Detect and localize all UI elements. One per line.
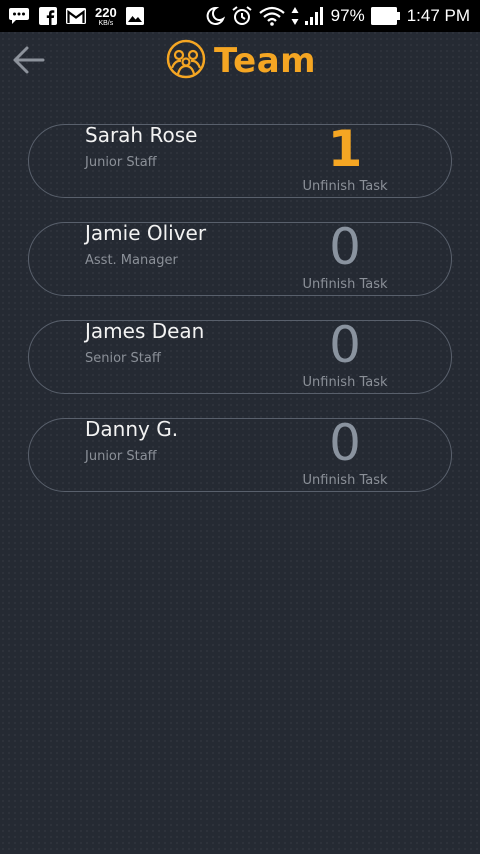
facebook-icon [39,7,57,25]
team-member-card[interactable]: Danny G. Junior Staff 0 Unfinish Task [28,414,452,492]
member-name: Sarah Rose [85,123,198,147]
status-bar-system: 97% 1:47 PM [205,0,470,32]
back-button[interactable] [8,42,48,82]
data-arrows-icon [291,6,299,26]
page-title: Team [214,41,317,81]
image-icon [125,7,144,25]
network-speed-value: 220 [95,4,117,20]
member-role: Junior Staff [85,449,157,464]
moon-icon [205,6,225,26]
battery-icon [370,7,401,25]
unfinished-task-label: Unfinish Task [302,179,388,194]
battery-percent: 97% [330,6,365,25]
member-name: Jamie Oliver [85,221,207,245]
member-role: Senior Staff [85,351,161,366]
unfinished-task-count: 0 [329,414,361,472]
team-member-card[interactable]: Sarah Rose Junior Staff 1 Unfinish Task [28,120,452,198]
alarm-icon [231,5,253,27]
chat-icon [8,7,30,25]
team-member-card[interactable]: James Dean Senior Staff 0 Unfinish Task [28,316,452,394]
status-bar: 220 KB/s 97% 1:47 PM [0,0,480,32]
unfinished-task-label: Unfinish Task [302,375,388,390]
unfinished-task-count: 1 [327,120,363,178]
unfinished-task-count: 0 [329,218,361,276]
app-header: Team [0,32,480,92]
network-speed-unit: KB/s [98,19,114,27]
gmail-icon [66,8,86,24]
arrow-left-icon [11,45,45,79]
status-bar-notifications: 220 KB/s [8,0,144,32]
clock: 1:47 PM [406,6,470,25]
member-role: Junior Staff [85,155,157,170]
page-title-group: Team [166,36,316,86]
member-name: Danny G. [85,417,179,441]
unfinished-task-count: 0 [329,316,361,374]
member-name: James Dean [85,319,205,343]
member-role: Asst. Manager [85,253,178,268]
wifi-icon [258,6,285,26]
unfinished-task-label: Unfinish Task [302,277,388,292]
unfinished-task-label: Unfinish Task [302,473,388,488]
network-speed: 220 KB/s [95,6,117,27]
signal-icon [304,7,325,25]
team-list: Sarah Rose Junior Staff 1 Unfinish Task … [28,120,452,516]
team-member-card[interactable]: Jamie Oliver Asst. Manager 0 Unfinish Ta… [28,218,452,296]
team-icon [166,39,206,83]
